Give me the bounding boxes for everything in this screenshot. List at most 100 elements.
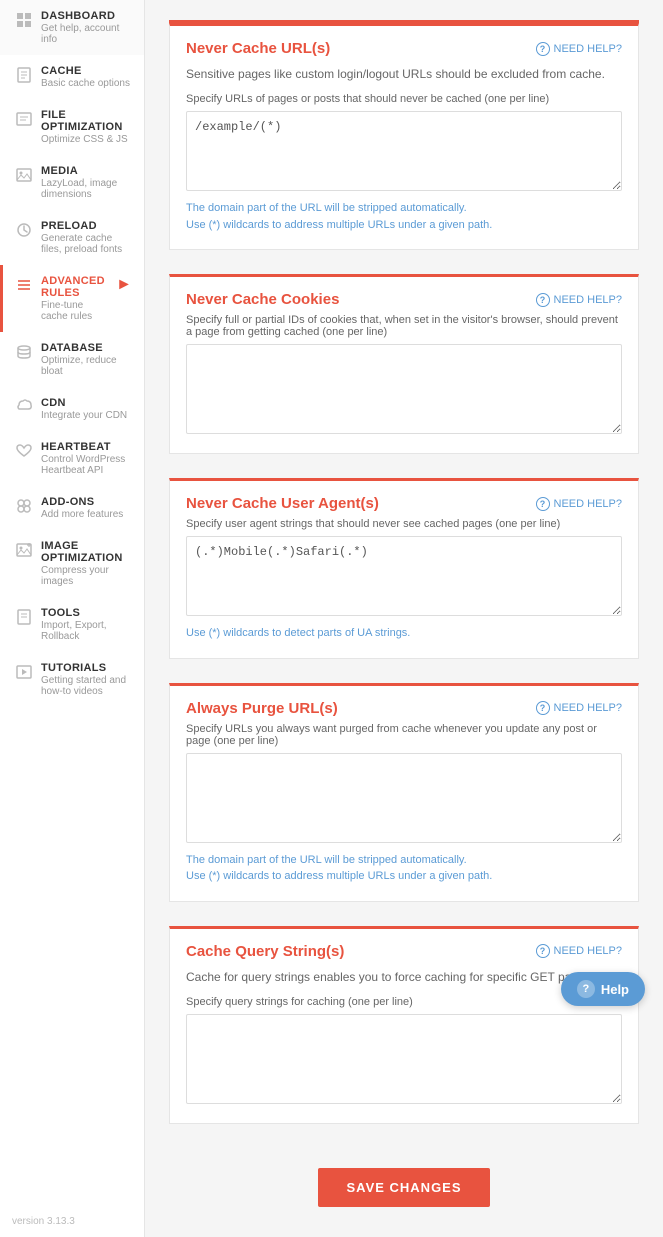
section-body-never-cache-user-agent: Specify user agent strings that should n… (170, 518, 638, 658)
need-help-label-always-purge-urls: NEED HELP? (554, 702, 622, 714)
sidebar-item-database[interactable]: DATABASEOptimize, reduce bloat (0, 332, 144, 387)
hint-always-purge-urls: The domain part of the URL will be strip… (186, 852, 622, 885)
dashboard-icon (15, 11, 33, 29)
field-label-always-purge-urls: Specify URLs you always want purged from… (186, 723, 622, 747)
sidebar-item-title-heartbeat: HEARTBEAT (41, 441, 132, 453)
section-always-purge-urls: Always Purge URL(s)?NEED HELP?Specify UR… (169, 683, 639, 902)
textarea-cache-query-strings[interactable] (186, 1014, 622, 1104)
hint-never-cache-user-agent: Use (*) wildcards to detect parts of UA … (186, 625, 622, 642)
sidebar-item-title-file-optimization: FILE OPTIMIZATION (41, 109, 132, 133)
need-help-label-never-cache-urls: NEED HELP? (554, 43, 622, 55)
textarea-never-cache-urls[interactable] (186, 111, 622, 191)
section-title-never-cache-user-agent: Never Cache User Agent(s) (186, 495, 379, 512)
need-help-icon-cache-query-strings: ? (536, 944, 550, 958)
sidebar-item-cdn[interactable]: CDNIntegrate your CDN (0, 387, 144, 431)
add-ons-icon (15, 497, 33, 515)
preload-icon (15, 221, 33, 239)
sidebar-item-title-image-optimization: IMAGE OPTIMIZATION (41, 540, 132, 564)
save-changes-button[interactable]: SAVE CHANGES (318, 1168, 489, 1207)
main-content: Never Cache URL(s)? NEED HELP? Sensitive p… (145, 0, 663, 1237)
sidebar-item-title-tools: TOOLS (41, 607, 132, 619)
sidebar-item-tutorials[interactable]: TUTORIALSGetting started and how-to vide… (0, 652, 144, 707)
section-header-always-purge-urls: Always Purge URL(s)?NEED HELP? (170, 686, 638, 723)
sidebar-item-subtitle-tutorials: Getting started and how-to videos (41, 675, 132, 697)
sidebar-item-subtitle-preload: Generate cache files, preload fonts (41, 233, 132, 255)
need-help-label-cache-query-strings: NEED HELP? (554, 945, 622, 957)
sidebar-item-media[interactable]: MEDIALazyLoad, image dimensions (0, 155, 144, 210)
textarea-never-cache-cookies[interactable] (186, 344, 622, 434)
sidebar-item-title-dashboard: DASHBOARD (41, 10, 132, 22)
need-help-never-cache-urls[interactable]: ? NEED HELP? (536, 42, 622, 56)
sidebar-item-title-media: MEDIA (41, 165, 132, 177)
section-body-cache-query-strings: Specify query strings for caching (one p… (170, 996, 638, 1123)
need-help-label-never-cache-cookies: NEED HELP? (554, 294, 622, 306)
field-label-cache-query-strings: Specify query strings for caching (one p… (186, 996, 622, 1008)
cache-icon (15, 66, 33, 84)
active-arrow-icon: ► (116, 277, 132, 293)
sidebar-item-subtitle-heartbeat: Control WordPress Heartbeat API (41, 454, 132, 476)
need-help-icon-never-cache-urls: ? (536, 42, 550, 56)
sidebar-item-cache[interactable]: CACHEBasic cache options (0, 55, 144, 99)
section-never-cache-urls: Never Cache URL(s)? NEED HELP? Sensitive p… (169, 23, 639, 250)
section-never-cache-cookies: Never Cache Cookies? NEED HELP? Specify fu… (169, 274, 639, 454)
help-fab-label: Help (601, 982, 629, 997)
sidebar-item-subtitle-file-optimization: Optimize CSS & JS (41, 134, 132, 145)
file-optimization-icon (15, 110, 33, 128)
textarea-never-cache-user-agent[interactable] (186, 536, 622, 616)
section-body-always-purge-urls: Specify URLs you always want purged from… (170, 723, 638, 901)
section-title-never-cache-cookies: Never Cache Cookies (186, 291, 339, 308)
sidebar-item-subtitle-dashboard: Get help, account info (41, 23, 132, 45)
section-desc-never-cache-urls: Sensitive pages like custom login/logout… (170, 63, 638, 93)
sidebar-item-file-optimization[interactable]: FILE OPTIMIZATIONOptimize CSS & JS (0, 99, 144, 155)
save-button-area: SAVE CHANGES (169, 1148, 639, 1217)
field-label-never-cache-cookies: Specify full or partial IDs of cookies t… (186, 314, 622, 338)
section-title-cache-query-strings: Cache Query String(s) (186, 943, 344, 960)
media-icon (15, 166, 33, 184)
sidebar: DASHBOARDGet help, account infoCACHEBasi… (0, 0, 145, 1237)
sidebar-item-preload[interactable]: PRELOADGenerate cache files, preload fon… (0, 210, 144, 265)
section-never-cache-user-agent: Never Cache User Agent(s) ?NEED HELP? Spec… (169, 478, 639, 659)
section-title-never-cache-urls: Never Cache URL(s) (186, 40, 330, 57)
sidebar-item-subtitle-advanced-rules: Fine-tune cache rules (41, 300, 108, 322)
sidebar-item-tools[interactable]: TOOLSImport, Export, Rollback (0, 597, 144, 652)
sidebar-item-title-preload: PRELOAD (41, 220, 132, 232)
help-fab-button[interactable]: ? Help (561, 972, 645, 1006)
heartbeat-icon (15, 442, 33, 460)
sidebar-item-subtitle-cache: Basic cache options (41, 78, 132, 89)
section-body-never-cache-urls: Specify URLs of pages or posts that shou… (170, 93, 638, 249)
field-label-never-cache-user-agent: Specify user agent strings that should n… (186, 518, 622, 530)
section-header-never-cache-cookies: Never Cache Cookies? NEED HELP? (170, 277, 638, 314)
need-help-icon-never-cache-user-agent: ? (536, 497, 550, 511)
section-body-never-cache-cookies: Specify full or partial IDs of cookies t… (170, 314, 638, 453)
sidebar-item-subtitle-image-optimization: Compress your images (41, 565, 132, 587)
sidebar-item-subtitle-media: LazyLoad, image dimensions (41, 178, 132, 200)
sidebar-item-subtitle-tools: Import, Export, Rollback (41, 620, 132, 642)
sidebar-item-subtitle-cdn: Integrate your CDN (41, 410, 132, 421)
sidebar-item-title-cdn: CDN (41, 397, 132, 409)
sidebar-item-advanced-rules[interactable]: ADVANCED RULESFine-tune cache rules ► (0, 265, 144, 332)
sidebar-item-title-cache: CACHE (41, 65, 132, 77)
sidebar-item-dashboard[interactable]: DASHBOARDGet help, account info (0, 0, 144, 55)
sidebar-item-title-advanced-rules: ADVANCED RULES (41, 275, 108, 299)
sidebar-item-image-optimization[interactable]: IMAGE OPTIMIZATIONCompress your images (0, 530, 144, 597)
need-help-never-cache-cookies[interactable]: ? NEED HELP? (536, 293, 622, 307)
field-label-never-cache-urls: Specify URLs of pages or posts that shou… (186, 93, 622, 105)
sidebar-item-subtitle-database: Optimize, reduce bloat (41, 355, 132, 377)
sidebar-item-heartbeat[interactable]: HEARTBEATControl WordPress Heartbeat API (0, 431, 144, 486)
section-header-never-cache-user-agent: Never Cache User Agent(s) ?NEED HELP? (170, 481, 638, 518)
need-help-icon-never-cache-cookies: ? (536, 293, 550, 307)
sidebar-item-title-database: DATABASE (41, 342, 132, 354)
need-help-never-cache-user-agent[interactable]: ?NEED HELP? (536, 497, 622, 511)
section-cache-query-strings: Cache Query String(s)?NEED HELP?Cache fo… (169, 926, 639, 1124)
section-header-never-cache-urls: Never Cache URL(s)? NEED HELP? (170, 26, 638, 63)
sidebar-item-subtitle-add-ons: Add more features (41, 509, 132, 520)
textarea-always-purge-urls[interactable] (186, 753, 622, 843)
help-fab-icon: ? (577, 980, 595, 998)
need-help-cache-query-strings[interactable]: ? NEED HELP? (536, 944, 622, 958)
version-label: version 3.13.3 (0, 1206, 144, 1237)
tutorials-icon (15, 663, 33, 681)
image-optimization-icon (15, 541, 33, 559)
sidebar-item-add-ons[interactable]: ADD-ONSAdd more features (0, 486, 144, 530)
tools-icon (15, 608, 33, 626)
need-help-always-purge-urls[interactable]: ?NEED HELP? (536, 701, 622, 715)
